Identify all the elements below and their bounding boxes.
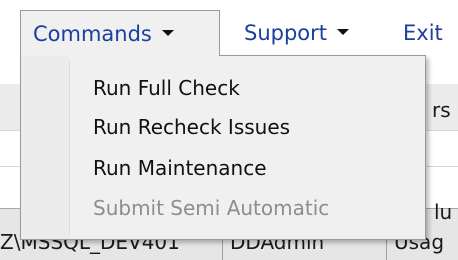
chevron-down-icon <box>161 30 174 36</box>
menu-item-run-recheck-issues[interactable]: Run Recheck Issues <box>25 109 421 145</box>
menu-item-run-maintenance[interactable]: Run Maintenance <box>25 150 421 186</box>
menu-item-label: Submit Semi Automatic <box>93 196 330 220</box>
menu-commands-label: Commands <box>33 22 152 46</box>
menu-item-label: Run Maintenance <box>93 156 267 180</box>
menu-support-label: Support <box>244 21 328 45</box>
commands-dropdown: Run Full Check Run Recheck Issues Run Ma… <box>20 55 426 240</box>
menu-exit[interactable]: Exit <box>403 10 443 56</box>
menu-item-label: Run Recheck Issues <box>93 115 291 139</box>
menu-item-run-full-check[interactable]: Run Full Check <box>25 70 421 106</box>
menu-item-label: Run Full Check <box>93 76 240 100</box>
menu-support[interactable]: Support <box>244 10 350 56</box>
menu-item-submit-semi-automatic: Submit Semi Automatic <box>25 190 421 226</box>
menu-commands[interactable]: Commands <box>20 10 220 56</box>
menu-bar: Commands Support Exit <box>0 0 458 62</box>
chevron-down-icon <box>337 29 350 35</box>
menu-exit-label: Exit <box>403 21 443 45</box>
grid-header-fragment: rs <box>432 98 451 122</box>
grid-header-fragment: lu <box>434 200 453 224</box>
